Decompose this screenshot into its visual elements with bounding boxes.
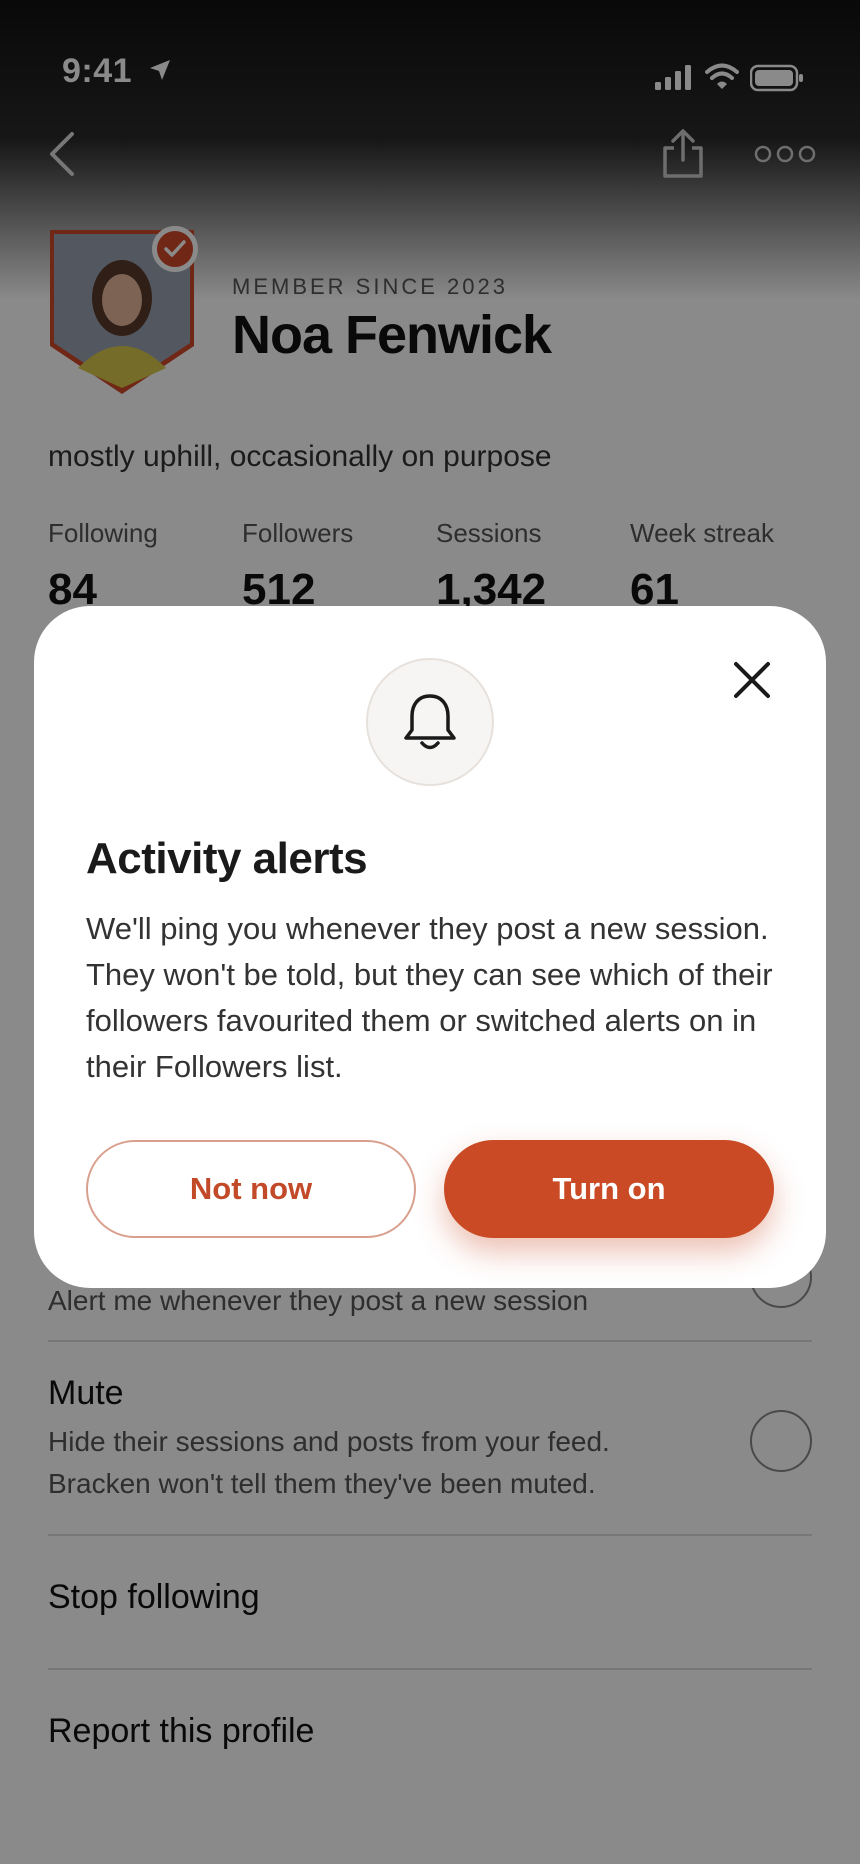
close-icon[interactable] [728, 656, 776, 704]
bell-icon [404, 694, 456, 750]
bell-icon-container [366, 658, 494, 786]
dialog-title: Activity alerts [86, 834, 368, 883]
screen: 9:41 MEMBER SINCE 2023 Noa Fenwick mostl… [0, 0, 860, 1864]
dialog-body: We'll ping you whenever they post a new … [86, 911, 773, 1084]
turn-on-button[interactable]: Turn on [444, 1140, 774, 1238]
activity-alerts-dialog: Activity alerts We'll ping you whenever … [34, 606, 826, 1288]
not-now-button[interactable]: Not now [86, 1140, 416, 1238]
